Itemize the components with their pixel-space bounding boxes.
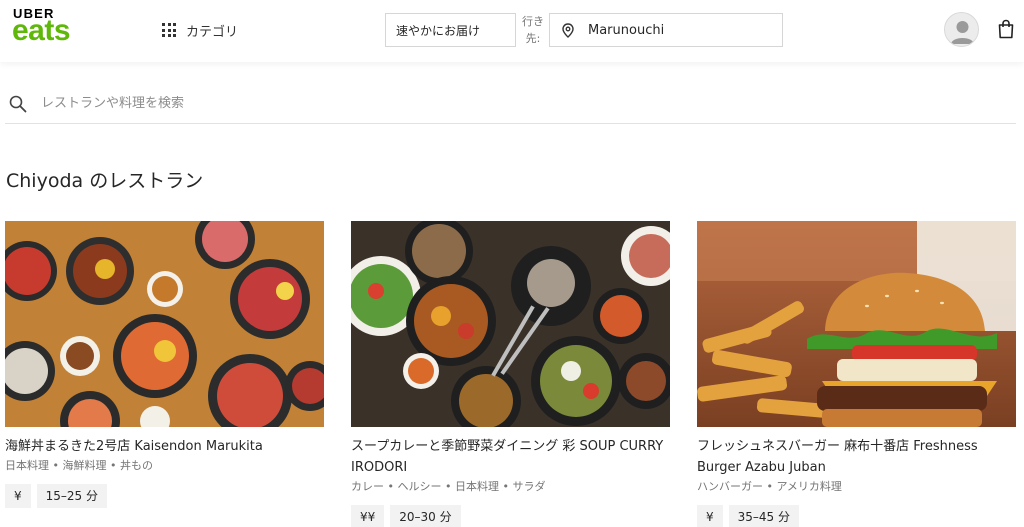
eta-badge: 20–30 分 <box>390 505 461 527</box>
restaurant-card-soup-curry-irodori[interactable]: スープカレーと季節野菜ダイニング 彩 SOUP CURRY IRODORI カレ… <box>351 221 670 527</box>
delivery-time-value: 速やかにお届け <box>396 23 481 38</box>
restaurant-card-kaisendon-marukita[interactable]: 海鮮丼まるきた2号店 Kaisendon Marukita 日本料理 • 海鮮料… <box>5 221 324 508</box>
restaurant-badges: ¥ 15–25 分 <box>5 484 324 508</box>
eta-badge: 15–25 分 <box>36 484 107 508</box>
top-header: UBER eats カテゴリ 速やかにお届け 行き先: Marunouchi <box>0 0 1024 62</box>
search-icon <box>9 95 27 112</box>
restaurant-tags: カレー • ヘルシー • 日本料理 • サラダ <box>351 480 546 493</box>
user-avatar-button[interactable] <box>944 12 979 47</box>
search-input[interactable] <box>41 96 941 111</box>
uber-eats-logo[interactable]: UBER eats <box>12 6 94 47</box>
price-badge: ¥¥ <box>351 505 385 527</box>
location-input[interactable]: Marunouchi <box>549 13 783 47</box>
section-title: Chiyoda のレストラン <box>6 170 204 192</box>
restaurant-name: スープカレーと季節野菜ダイニング 彩 SOUP CURRY IRODORI <box>351 439 664 475</box>
location-pin-icon <box>562 22 574 38</box>
restaurant-card-freshness-burger[interactable]: フレッシュネスバーガー 麻布十番店 Freshness Burger Azabu… <box>697 221 1016 527</box>
restaurant-tags: ハンバーガー • アメリカ料理 <box>697 480 842 493</box>
shopping-bag-icon[interactable] <box>997 19 1015 39</box>
eta-badge: 35–45 分 <box>728 505 799 527</box>
location-value: Marunouchi <box>588 22 665 38</box>
delivery-time-select[interactable]: 速やかにお届け <box>385 13 516 47</box>
category-label: カテゴリ <box>186 24 239 40</box>
restaurant-photo-soup-curry <box>351 221 670 427</box>
price-badge: ¥ <box>5 484 31 508</box>
restaurant-photo-seafood-bowls <box>5 221 324 427</box>
user-avatar-icon <box>951 21 974 44</box>
restaurant-photo-burger <box>697 221 1016 427</box>
restaurant-tags: 日本料理 • 海鮮料理 • 丼もの <box>5 459 153 472</box>
grid-menu-icon <box>162 23 176 37</box>
restaurant-badges: ¥¥ 20–30 分 <box>351 505 670 527</box>
category-menu-button[interactable]: カテゴリ <box>162 19 238 41</box>
restaurant-name: フレッシュネスバーガー 麻布十番店 Freshness Burger Azabu… <box>697 439 978 475</box>
restaurant-search-bar <box>5 84 1016 124</box>
restaurant-badges: ¥ 35–45 分 <box>697 505 1016 527</box>
restaurant-name: 海鮮丼まるきた2号店 Kaisendon Marukita <box>5 439 263 454</box>
destination-label: 行き先: <box>522 15 544 45</box>
price-badge: ¥ <box>697 505 723 527</box>
logo-eats-text: eats <box>12 14 71 47</box>
